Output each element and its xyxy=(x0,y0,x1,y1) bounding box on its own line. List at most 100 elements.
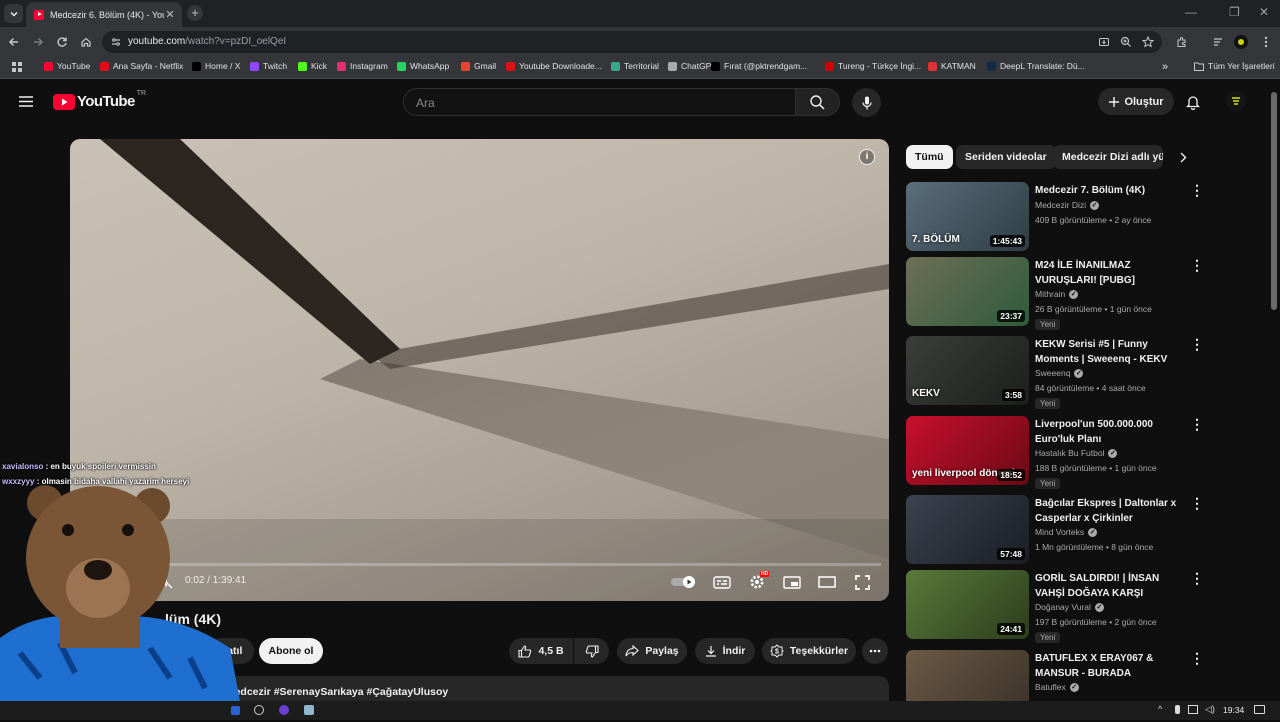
theater-mode-button[interactable] xyxy=(815,571,839,593)
bookmark-item[interactable]: Territorial xyxy=(611,61,659,71)
minimize-icon[interactable]: — xyxy=(1185,5,1197,19)
notifications-icon[interactable] xyxy=(1254,705,1265,714)
recommended-video[interactable]: 7. BÖLÜM 1:45:43 Medcezir 7. Bölüm (4K) Med… xyxy=(906,182,1206,254)
video-title[interactable]: Bağcılar Ekspres | Daltonlar x Casperlar… xyxy=(1035,497,1185,526)
reload-button[interactable] xyxy=(54,34,70,50)
bookmark-item[interactable]: ChatGPT xyxy=(668,61,716,71)
address-bar[interactable]: youtube.com/watch?v=pzDI_oelQeI xyxy=(102,31,1162,53)
extensions-button[interactable] xyxy=(1174,34,1190,50)
taskbar-app-icon[interactable] xyxy=(231,706,240,715)
bookmark-item[interactable]: Tureng - Türkçe İngi... xyxy=(825,61,921,71)
taskbar-app-icon[interactable] xyxy=(254,705,264,715)
miniplayer-button[interactable] xyxy=(780,571,804,593)
home-button[interactable] xyxy=(78,34,94,50)
video-title[interactable]: Liverpool'un 500.000.000 Euro'luk Planı xyxy=(1035,418,1185,447)
site-info-icon[interactable] xyxy=(111,37,121,47)
bookmarks-overflow-icon[interactable]: » xyxy=(1162,61,1168,73)
youtube-logo[interactable]: YouTube TR xyxy=(53,90,146,110)
clock[interactable]: 19:34 xyxy=(1223,705,1244,715)
hamburger-menu-icon[interactable] xyxy=(19,96,33,107)
page-scrollbar[interactable] xyxy=(1271,92,1277,310)
more-vertical-icon[interactable]: ⋮ xyxy=(1190,337,1204,354)
channel-name[interactable]: Hastalık Bu Futbol ✓ xyxy=(1035,448,1118,458)
bookmark-item[interactable]: Twitch xyxy=(250,61,287,71)
tab-active[interactable]: Medcezir 6. Bölüm (4K) - YouTube ✕ xyxy=(26,2,182,27)
bookmark-item[interactable]: Youtube Downloade... xyxy=(506,61,602,71)
close-tab-icon[interactable]: ✕ xyxy=(164,8,176,21)
recommended-video[interactable]: yeni liverpool dönemi 18:52 Liverpool'un 5… xyxy=(906,416,1206,489)
bookmark-item[interactable]: KATMAN xyxy=(928,61,976,71)
download-button[interactable]: İndir xyxy=(695,638,755,664)
channel-name[interactable]: Mind Vorteks ✓ xyxy=(1035,527,1098,537)
apps-grid-icon[interactable] xyxy=(12,62,22,72)
video-thumbnail[interactable]: yeni liverpool dönemi 18:52 xyxy=(906,416,1029,485)
browser-menu-button[interactable] xyxy=(1258,34,1274,50)
bookmark-item[interactable]: WhatsApp xyxy=(397,61,449,71)
channel-name[interactable]: Mithrain ✓ xyxy=(1035,289,1079,299)
channel-name[interactable]: Sweeenq ✓ xyxy=(1035,368,1084,378)
chevron-right-icon[interactable] xyxy=(1179,152,1187,163)
volume-icon[interactable]: ◁) xyxy=(1205,704,1215,715)
recommended-video[interactable]: 24:41 GORİL SALDIRDI! | İNSAN VAHŞİ DOĞAY… xyxy=(906,570,1206,643)
more-vertical-icon[interactable]: ⋮ xyxy=(1190,417,1204,434)
back-button[interactable] xyxy=(6,34,22,50)
channel-name[interactable]: Batuflex ✓ xyxy=(1035,682,1079,692)
bookmark-item[interactable]: DeepL Translate: Dü... xyxy=(987,61,1085,71)
hashtags[interactable]: #Medcezir #SerenaySarıkaya #ÇağatayUluso… xyxy=(220,686,448,698)
network-icon[interactable] xyxy=(1188,705,1198,714)
video-thumbnail[interactable]: 7. BÖLÜM 1:45:43 xyxy=(906,182,1029,251)
forward-button[interactable] xyxy=(30,34,46,50)
microphone-tray-icon[interactable] xyxy=(1175,705,1180,714)
chip-channel[interactable]: Medcezir Dizi adlı yük xyxy=(1053,145,1163,169)
video-thumbnail[interactable]: KEKV 3:58 xyxy=(906,336,1029,405)
bookmark-item[interactable]: Instagram xyxy=(337,61,388,71)
channel-name[interactable]: Medcezir Dizi ✓ xyxy=(1035,200,1100,210)
bookmark-item[interactable]: Fırat (@pktrendgam... xyxy=(711,61,807,71)
chip-series[interactable]: Seriden videolar xyxy=(956,145,1056,169)
recommended-video[interactable]: 23:37 M24 İLE İNANILMAZ VURUŞLARI! [PUBG]… xyxy=(906,257,1206,330)
video-title[interactable]: M24 İLE İNANILMAZ VURUŞLARI! [PUBG] xyxy=(1035,259,1185,288)
profile-button[interactable] xyxy=(1233,34,1249,50)
voice-search-button[interactable] xyxy=(852,88,881,117)
channel-name[interactable]: Doğanay Vural ✓ xyxy=(1035,602,1104,612)
autoplay-toggle[interactable] xyxy=(670,571,698,593)
reading-list-button[interactable] xyxy=(1210,34,1226,50)
video-title[interactable]: Medcezir 7. Bölüm (4K) xyxy=(1035,184,1185,199)
video-title[interactable]: KEKW Serisi #5 | Funny Moments | Sweeenq… xyxy=(1035,338,1185,367)
restore-icon[interactable]: ❐ xyxy=(1229,5,1240,19)
tab-search-button[interactable] xyxy=(4,4,23,23)
taskbar-app-icon[interactable] xyxy=(304,705,314,715)
bookmark-item[interactable]: Gmail xyxy=(461,61,496,71)
bookmark-item[interactable]: Ana Sayfa - Netflix xyxy=(100,61,183,71)
bookmark-item[interactable]: Home / X xyxy=(192,61,240,71)
install-app-icon[interactable] xyxy=(1098,36,1110,48)
recommended-video[interactable]: KEKV 3:58 KEKW Serisi #5 | Funny Moments |… xyxy=(906,336,1206,409)
video-thumbnail[interactable]: 57:48 xyxy=(906,495,1029,564)
video-title[interactable]: GORİL SALDIRDI! | İNSAN VAHŞİ DOĞAYA KAR… xyxy=(1035,572,1185,601)
share-button[interactable]: Paylaş xyxy=(617,638,687,664)
zoom-icon[interactable] xyxy=(1120,36,1132,48)
fullscreen-button[interactable] xyxy=(850,571,874,593)
new-tab-button[interactable]: + xyxy=(187,5,203,21)
bell-icon[interactable] xyxy=(1186,94,1200,110)
bookmark-item[interactable]: YouTube xyxy=(44,61,90,71)
bookmark-star-icon[interactable] xyxy=(1142,36,1154,48)
more-vertical-icon[interactable]: ⋮ xyxy=(1190,496,1204,513)
chevron-up-icon[interactable]: ^ xyxy=(1158,704,1162,714)
create-button[interactable]: Oluştur xyxy=(1098,88,1174,115)
taskbar-app-icon[interactable] xyxy=(279,705,289,715)
recommended-video[interactable]: 57:48 Bağcılar Ekspres | Daltonlar x Casp… xyxy=(906,495,1206,567)
more-vertical-icon[interactable]: ⋮ xyxy=(1190,183,1204,200)
video-title[interactable]: BATUFLEX X ERAY067 & MANSUR - BURADA SOK… xyxy=(1035,652,1185,682)
subtitles-button[interactable] xyxy=(710,571,734,593)
account-avatar[interactable] xyxy=(1226,91,1246,111)
video-thumbnail[interactable]: 24:41 xyxy=(906,570,1029,639)
search-input[interactable]: Ara xyxy=(403,88,796,116)
all-bookmarks[interactable]: Tüm Yer İşaretleri xyxy=(1194,61,1275,71)
thanks-button[interactable]: $ Teşekkürler xyxy=(762,638,856,664)
close-window-icon[interactable]: ✕ xyxy=(1259,5,1269,19)
dislike-button[interactable] xyxy=(574,638,609,664)
like-button[interactable]: 4,5 B xyxy=(509,638,573,664)
settings-button[interactable]: HD xyxy=(745,571,770,593)
more-vertical-icon[interactable]: ⋮ xyxy=(1190,571,1204,588)
